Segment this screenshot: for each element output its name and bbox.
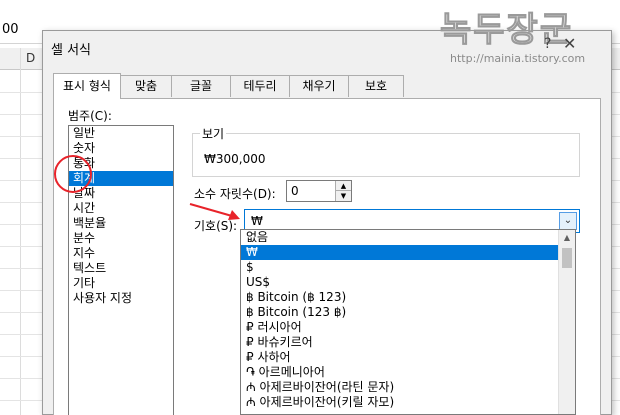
symbol-option[interactable]: ₼ 아제르바이잔어(라틴 문자) xyxy=(241,380,575,395)
help-icon[interactable]: ? xyxy=(544,36,551,52)
category-item-scientific[interactable]: 지수 xyxy=(69,246,173,261)
symbol-option[interactable]: ₽ 바슈키르어 xyxy=(241,335,575,350)
annotation-arrow-icon xyxy=(189,203,240,220)
symbol-selected-value: ₩ xyxy=(251,214,263,228)
spin-control: ▲ ▼ xyxy=(335,181,351,201)
spin-down-icon[interactable]: ▼ xyxy=(336,191,351,201)
category-item-number[interactable]: 숫자 xyxy=(69,141,173,156)
symbol-option[interactable]: ฿ Bitcoin (฿ 123) xyxy=(241,290,575,305)
tab-protection[interactable]: 보호 xyxy=(348,75,404,97)
decimal-places-stepper[interactable]: 0 ▲ ▼ xyxy=(286,180,352,202)
symbol-option[interactable]: ₽ 러시아어 xyxy=(241,320,575,335)
tab-number-format[interactable]: 표시 형식 xyxy=(53,73,121,99)
category-item-text[interactable]: 텍스트 xyxy=(69,261,173,276)
category-item-time[interactable]: 시간 xyxy=(69,201,173,216)
symbol-dropdown-list[interactable]: 없음 ₩ $ US$ ฿ Bitcoin (฿ 123) ฿ Bitcoin (… xyxy=(240,229,576,415)
category-item-special[interactable]: 기타 xyxy=(69,276,173,291)
tab-border[interactable]: 테두리 xyxy=(230,75,290,97)
tab-fill[interactable]: 채우기 xyxy=(289,75,349,97)
symbol-option[interactable]: ฿ Bitcoin (123 ฿) xyxy=(241,305,575,320)
symbol-option[interactable]: 없음 xyxy=(241,230,575,245)
formula-value: 00 xyxy=(2,22,19,37)
watermark-title: 녹두장군 xyxy=(439,10,574,51)
symbol-option[interactable]: ₼ 아제르바이잔어(키릴 자모) xyxy=(241,395,575,410)
spin-up-icon[interactable]: ▲ xyxy=(336,181,351,191)
grid-line xyxy=(20,48,21,415)
chevron-down-icon[interactable]: ⌄ xyxy=(559,212,577,230)
tab-alignment[interactable]: 맞춤 xyxy=(120,75,172,97)
column-d-label[interactable]: D xyxy=(26,51,35,65)
symbol-option[interactable]: ֏ 아르메니아어 xyxy=(241,365,575,380)
category-item-fraction[interactable]: 분수 xyxy=(69,231,173,246)
decimal-places-value[interactable]: 0 xyxy=(291,184,299,198)
category-item-general[interactable]: 일반 xyxy=(69,126,173,141)
scrollbar[interactable]: ▲ xyxy=(558,230,575,414)
dialog-title: 셀 서식 xyxy=(51,43,92,58)
watermark-url: http://mainia.tistory.com xyxy=(450,52,586,65)
category-item-percentage[interactable]: 백분율 xyxy=(69,216,173,231)
symbol-option[interactable]: ₽ 사하어 xyxy=(241,350,575,365)
symbol-option[interactable]: $ xyxy=(241,260,575,275)
category-item-custom[interactable]: 사용자 지정 xyxy=(69,291,173,306)
symbol-option-selected[interactable]: ₩ xyxy=(241,245,575,260)
annotation-circle xyxy=(54,155,92,193)
preview-label: 보기 xyxy=(200,125,227,142)
close-icon[interactable]: ✕ xyxy=(563,34,576,53)
preview-value: ₩300,000 xyxy=(204,152,266,166)
symbol-option[interactable]: US$ xyxy=(241,275,575,290)
scroll-thumb[interactable] xyxy=(562,248,572,268)
scroll-up-icon[interactable]: ▲ xyxy=(559,230,575,246)
tab-font[interactable]: 글꼴 xyxy=(171,75,231,97)
category-label: 범주(C): xyxy=(68,109,112,123)
